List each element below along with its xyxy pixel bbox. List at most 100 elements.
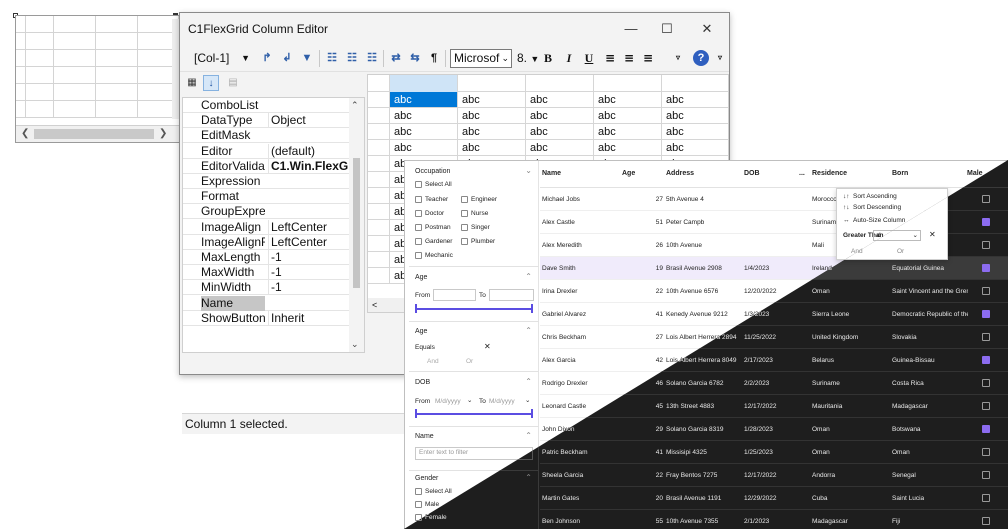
column-header[interactable]: Male bbox=[967, 170, 983, 177]
row-header[interactable] bbox=[368, 252, 390, 268]
designer-cell[interactable] bbox=[96, 16, 138, 33]
male-checkbox[interactable] bbox=[982, 218, 990, 226]
designer-cell[interactable] bbox=[16, 84, 26, 101]
property-row[interactable]: MaxWidth -1 bbox=[183, 265, 353, 281]
clear-icon[interactable]: ✕ bbox=[929, 230, 936, 239]
row-header[interactable] bbox=[368, 92, 390, 108]
select-all-checkbox[interactable]: Select All bbox=[415, 181, 452, 188]
column-selector[interactable]: [Col-1] ▼ bbox=[188, 48, 250, 68]
chevron-up-icon[interactable]: ⌃ bbox=[525, 473, 532, 482]
scroll-left-icon[interactable]: < bbox=[372, 300, 377, 310]
chevron-up-icon[interactable]: ⌃ bbox=[525, 377, 532, 386]
designer-cell[interactable] bbox=[54, 101, 96, 118]
occupation-checkbox[interactable]: Nurse bbox=[461, 210, 488, 217]
sort-ascending-item[interactable]: Sort Ascending bbox=[853, 193, 897, 200]
property-row[interactable]: Expression bbox=[183, 174, 353, 189]
slider-handle[interactable] bbox=[415, 409, 417, 418]
property-row[interactable]: Format bbox=[183, 189, 353, 205]
column-header[interactable] bbox=[662, 75, 728, 92]
male-checkbox[interactable] bbox=[982, 471, 990, 479]
property-row[interactable]: MaxLength -1 bbox=[183, 250, 353, 265]
chevron-down-icon[interactable]: ⌄ bbox=[525, 166, 532, 175]
column-header[interactable]: DOB bbox=[744, 170, 760, 177]
occupation-checkbox[interactable]: Plumber bbox=[461, 238, 495, 245]
row-header[interactable] bbox=[368, 172, 390, 188]
chevron-down-icon[interactable]: ⌄ bbox=[525, 396, 530, 404]
row-header[interactable] bbox=[368, 188, 390, 204]
auto-size-item[interactable]: Auto-Size Column bbox=[853, 217, 905, 224]
row-header[interactable] bbox=[368, 108, 390, 124]
designer-flexgrid[interactable]: ❮ ❯ bbox=[15, 15, 180, 143]
designer-cell[interactable] bbox=[54, 84, 96, 101]
font-size-select[interactable]: 8. ▼ bbox=[517, 49, 541, 68]
column-header[interactable] bbox=[526, 75, 594, 92]
scroll-thumb[interactable] bbox=[34, 129, 154, 139]
column-header[interactable] bbox=[390, 75, 458, 92]
grid-cell[interactable]: abc bbox=[594, 124, 662, 140]
grid-cell[interactable]: abc bbox=[526, 140, 594, 156]
property-value[interactable]: (default) bbox=[268, 143, 353, 159]
dob-from-input[interactable]: M/d/yyyy bbox=[435, 398, 461, 405]
designer-cell[interactable] bbox=[96, 50, 138, 67]
property-row[interactable]: Name bbox=[183, 295, 353, 311]
male-checkbox[interactable] bbox=[982, 517, 990, 525]
occupation-checkbox[interactable]: Singer bbox=[461, 224, 490, 231]
gender-checkbox[interactable]: Male bbox=[415, 501, 439, 508]
delete-column-icon[interactable]: ▼ bbox=[298, 49, 316, 67]
age-range-slider[interactable] bbox=[415, 308, 533, 310]
column-header[interactable]: ... bbox=[799, 170, 805, 177]
designer-cell[interactable] bbox=[16, 67, 26, 84]
occupation-checkbox[interactable]: Teacher bbox=[415, 196, 448, 203]
male-checkbox[interactable] bbox=[982, 264, 990, 272]
chevron-down-icon[interactable]: ⌄ bbox=[467, 396, 472, 404]
grid-cell[interactable]: abc bbox=[594, 108, 662, 124]
sort-descending-item[interactable]: Sort Descending bbox=[853, 204, 901, 211]
slider-handle[interactable] bbox=[415, 304, 417, 313]
insert-column-after-icon[interactable]: ↲ bbox=[278, 49, 296, 67]
row-header[interactable] bbox=[368, 156, 390, 172]
grid-cell[interactable]: abc bbox=[526, 108, 594, 124]
designer-cell[interactable] bbox=[16, 16, 26, 33]
column-header[interactable]: Age bbox=[622, 170, 635, 177]
align-center-column-icon[interactable]: ☷ bbox=[343, 49, 361, 67]
dob-range-slider[interactable] bbox=[415, 413, 533, 415]
grid-cell[interactable]: abc bbox=[594, 140, 662, 156]
scroll-thumb[interactable] bbox=[353, 158, 360, 288]
male-checkbox[interactable] bbox=[982, 241, 990, 249]
property-value[interactable]: -1 bbox=[268, 280, 353, 296]
designer-cell[interactable] bbox=[96, 33, 138, 50]
close-button[interactable]: ✕ bbox=[693, 19, 721, 39]
property-row[interactable]: DataType Object bbox=[183, 113, 353, 129]
row-header[interactable] bbox=[368, 124, 390, 140]
scroll-down-icon[interactable]: ⌄ bbox=[351, 339, 359, 350]
designer-cell[interactable] bbox=[26, 101, 54, 118]
property-row[interactable]: EditorValidaticC1.Win.FlexGrid. bbox=[183, 158, 353, 174]
grid-cell[interactable]: abc bbox=[662, 124, 728, 140]
underline-button[interactable]: U bbox=[581, 49, 597, 67]
column-header[interactable]: Name bbox=[542, 170, 561, 177]
or-option[interactable]: Or bbox=[897, 248, 904, 255]
male-checkbox[interactable] bbox=[982, 356, 990, 364]
male-checkbox[interactable] bbox=[982, 333, 990, 341]
bold-button[interactable]: B bbox=[540, 49, 556, 67]
text-align-right-icon[interactable]: ≡ bbox=[640, 49, 656, 67]
name-filter-input[interactable]: Enter text to filter bbox=[415, 447, 533, 460]
chevron-up-icon[interactable]: ⌃ bbox=[525, 431, 532, 440]
more-options-icon[interactable]: ▿ bbox=[670, 49, 686, 67]
text-align-center-icon[interactable]: ≡ bbox=[621, 49, 637, 67]
male-checkbox[interactable] bbox=[982, 494, 990, 502]
grid-cell[interactable]: abc bbox=[458, 124, 526, 140]
property-value[interactable]: LeftCenter bbox=[268, 219, 353, 235]
male-checkbox[interactable] bbox=[982, 379, 990, 387]
designer-cell[interactable] bbox=[16, 50, 26, 67]
designer-cell[interactable] bbox=[54, 33, 96, 50]
title-bar[interactable]: C1FlexGrid Column Editor — ☐ ✕ bbox=[180, 13, 729, 46]
property-row[interactable]: ShowButtons Inherit bbox=[183, 310, 353, 326]
minimize-button[interactable]: — bbox=[617, 19, 645, 39]
row-header[interactable] bbox=[368, 268, 390, 284]
designer-cell[interactable] bbox=[26, 16, 54, 33]
property-value[interactable]: Object bbox=[268, 113, 353, 129]
table-row[interactable]: Martin Gates 20Brasil Avenue 1191 12/29/20… bbox=[540, 487, 1008, 510]
grid-cell[interactable]: abc bbox=[390, 124, 458, 140]
grid-cell[interactable]: abc bbox=[458, 108, 526, 124]
